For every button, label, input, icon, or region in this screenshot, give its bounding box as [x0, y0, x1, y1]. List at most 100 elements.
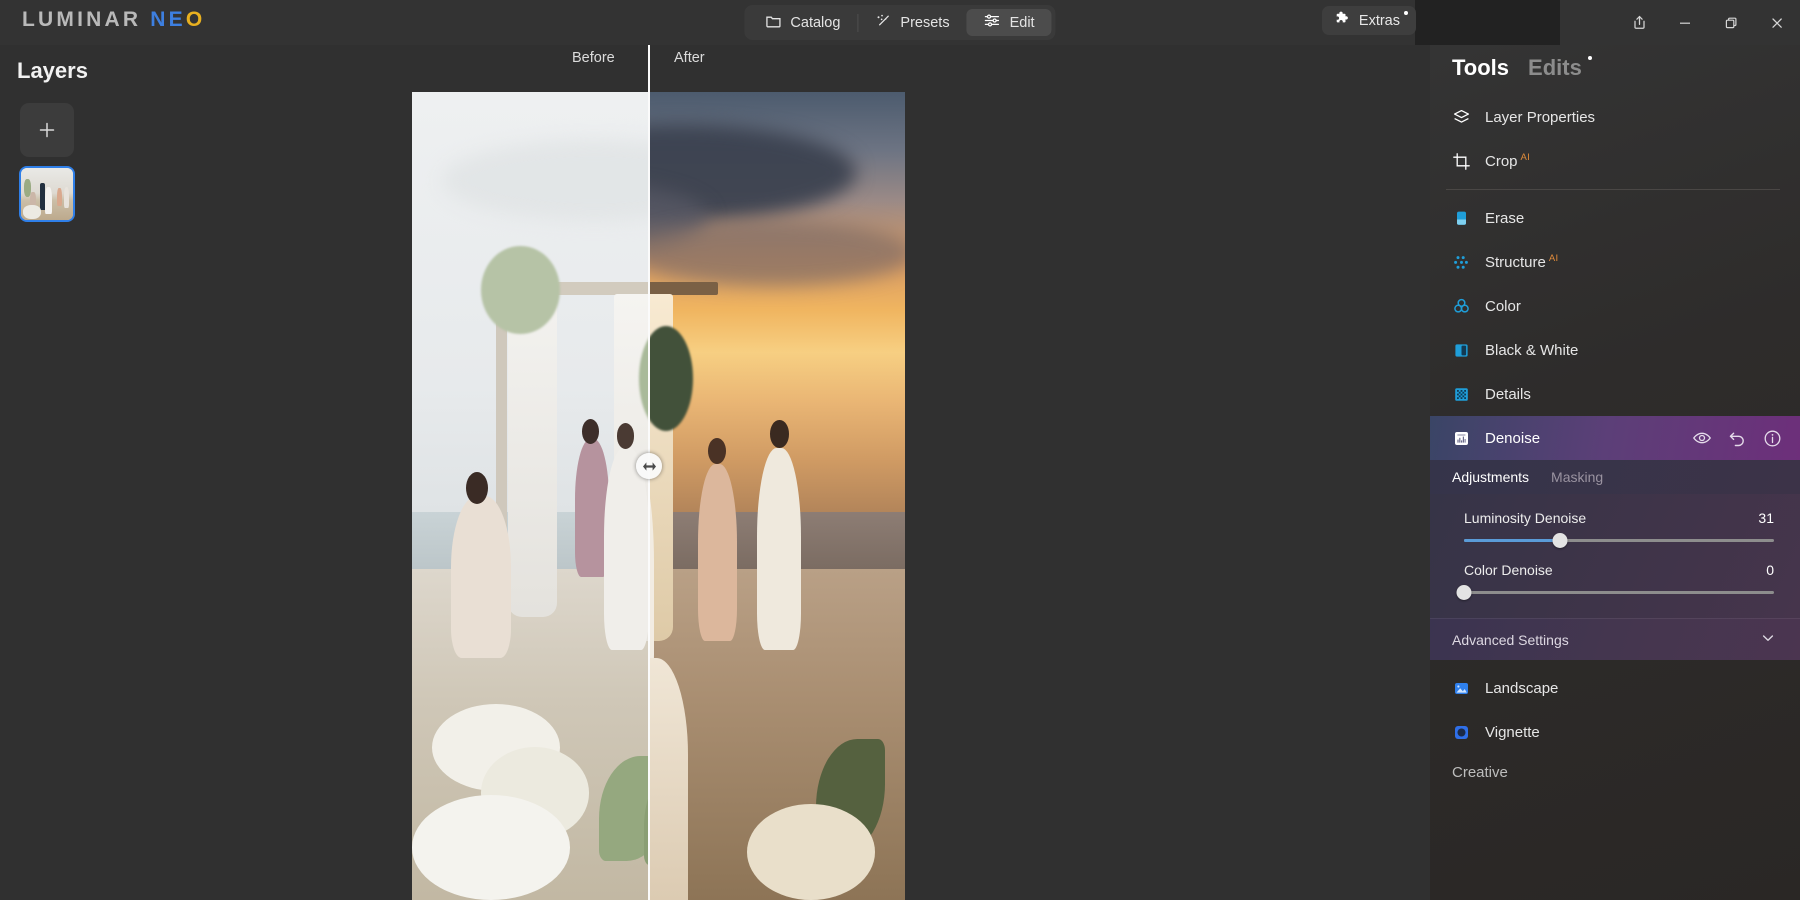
eraser-icon — [1452, 209, 1471, 228]
close-button[interactable] — [1754, 0, 1800, 45]
tool-item-crop[interactable]: Crop AI — [1430, 139, 1800, 183]
add-layer-button[interactable] — [20, 103, 74, 157]
nav-tab-presets[interactable]: Presets — [858, 9, 966, 36]
tool-item-color[interactable]: Color — [1430, 284, 1800, 328]
slider-luminosity-denoise-value: 31 — [1758, 510, 1774, 526]
ai-badge: AI — [1520, 152, 1531, 163]
tool-item-erase-label: Erase — [1485, 209, 1525, 227]
drag-arrows-icon — [642, 461, 656, 471]
layers-panel-title: Layers — [17, 58, 88, 83]
logo-ne-text: NE — [150, 8, 186, 31]
tool-item-details[interactable]: Details — [1430, 372, 1800, 416]
subtab-masking[interactable]: Masking — [1551, 469, 1603, 485]
layers-panel: Layers — [0, 45, 412, 900]
slider-luminosity-denoise-knob[interactable] — [1552, 533, 1568, 548]
chevron-down-icon — [1760, 630, 1776, 649]
tool-item-structure[interactable]: Structure AI — [1430, 240, 1800, 284]
share-button[interactable] — [1616, 0, 1662, 45]
tool-item-layer-properties[interactable]: Layer Properties — [1430, 95, 1800, 139]
luminar-neo-window: LUMINAR NEO Catalog Presets Edit Extras … — [0, 0, 1800, 900]
section-label-creative: Creative — [1452, 764, 1508, 781]
title-bar: LUMINAR NEO Catalog Presets Edit Extras — [0, 0, 1800, 45]
reset-icon[interactable] — [1728, 429, 1747, 448]
crop-icon — [1452, 152, 1471, 171]
nav-tab-catalog-label: Catalog — [790, 14, 841, 31]
layers-icon — [1452, 108, 1471, 127]
slider-color-denoise-knob[interactable] — [1456, 585, 1472, 600]
layer-thumbnail-image — [21, 168, 73, 220]
nav-tab-edit-label: Edit — [1009, 14, 1035, 31]
tool-item-structure-label: Structure — [1485, 254, 1546, 271]
tool-item-black-and-white[interactable]: Black & White — [1430, 328, 1800, 372]
tool-item-crop-label: Crop — [1485, 153, 1518, 170]
titlebar-dark-gap — [1415, 0, 1560, 45]
vignette-icon — [1452, 723, 1471, 742]
before-image — [412, 92, 648, 900]
tab-edits[interactable]: Edits — [1528, 55, 1592, 81]
slider-color-denoise: Color Denoise 0 — [1456, 562, 1774, 600]
slider-luminosity-denoise-track[interactable] — [1464, 533, 1774, 548]
tools-panel: Tools Edits Layer Properties Crop AI Era… — [1430, 45, 1800, 900]
tool-item-vignette-label: Vignette — [1485, 723, 1540, 741]
tool-item-erase[interactable]: Erase — [1430, 196, 1800, 240]
denoise-icon — [1452, 429, 1471, 448]
slider-color-denoise-label: Color Denoise — [1464, 562, 1553, 578]
advanced-settings-toggle[interactable]: Advanced Settings — [1430, 618, 1800, 660]
details-grid-icon — [1452, 385, 1471, 404]
tool-item-denoise[interactable]: Denoise — [1430, 416, 1800, 460]
ai-badge: AI — [1548, 253, 1559, 264]
subtab-adjustments[interactable]: Adjustments — [1452, 469, 1529, 485]
after-image — [648, 92, 905, 900]
extras-button[interactable]: Extras — [1321, 6, 1416, 35]
minimize-button[interactable] — [1662, 0, 1708, 45]
maximize-button[interactable] — [1708, 0, 1754, 45]
tool-item-details-label: Details — [1485, 385, 1531, 403]
tool-item-vignette[interactable]: Vignette — [1430, 710, 1800, 754]
tab-edits-label: Edits — [1528, 55, 1582, 80]
extras-badge-dot — [1404, 11, 1408, 15]
denoise-adjustments-body: Luminosity Denoise 31 Color Denoise 0 — [1430, 494, 1800, 618]
tool-item-color-label: Color — [1485, 297, 1521, 315]
tab-tools[interactable]: Tools — [1452, 55, 1509, 81]
slider-luminosity-denoise: Luminosity Denoise 31 — [1464, 510, 1774, 548]
edits-badge-dot — [1587, 56, 1592, 60]
nav-tab-presets-label: Presets — [900, 14, 950, 31]
app-logo: LUMINAR NEO — [22, 8, 205, 32]
black-white-icon — [1452, 341, 1471, 360]
before-label: Before — [572, 50, 615, 66]
color-wheel-icon — [1452, 297, 1471, 316]
tool-list: Layer Properties Crop AI Erase Structure… — [1430, 95, 1800, 783]
tool-item-landscape[interactable]: Landscape — [1430, 666, 1800, 710]
image-canvas: Before After — [412, 45, 1430, 900]
after-label: After — [674, 50, 705, 66]
extras-label: Extras — [1358, 12, 1400, 29]
tool-item-landscape-label: Landscape — [1485, 679, 1559, 697]
nav-tab-catalog[interactable]: Catalog — [748, 9, 857, 36]
logo-o-text: O — [185, 8, 206, 31]
nav-tab-edit[interactable]: Edit — [966, 9, 1052, 36]
sliders-icon — [984, 12, 1001, 33]
folder-icon — [765, 13, 781, 33]
tools-panel-tabs: Tools Edits — [1452, 55, 1592, 81]
logo-luminar-text: LUMINAR — [22, 8, 142, 31]
tool-item-denoise-label: Denoise — [1485, 429, 1541, 447]
slider-color-denoise-track[interactable] — [1456, 585, 1774, 600]
visibility-toggle-icon[interactable] — [1692, 428, 1712, 448]
magic-wand-icon — [875, 13, 891, 33]
tool-item-black-and-white-label: Black & White — [1485, 341, 1579, 359]
tool-list-divider — [1446, 189, 1780, 190]
info-icon[interactable] — [1763, 429, 1782, 448]
advanced-settings-label: Advanced Settings — [1452, 631, 1569, 648]
layer-thumbnail-item[interactable] — [19, 166, 75, 222]
plus-icon — [39, 122, 55, 138]
slider-color-denoise-value: 0 — [1766, 562, 1774, 578]
landscape-image-icon — [1452, 679, 1471, 698]
window-controls — [1616, 0, 1800, 45]
slider-luminosity-denoise-label: Luminosity Denoise — [1464, 510, 1587, 526]
main-nav: Catalog Presets Edit — [744, 5, 1056, 40]
tab-tools-label: Tools — [1452, 55, 1510, 80]
denoise-row-actions — [1692, 428, 1782, 448]
denoise-subtabs: Adjustments Masking — [1430, 460, 1800, 494]
tool-item-layer-properties-label: Layer Properties — [1485, 108, 1596, 126]
before-after-slider-handle[interactable] — [636, 453, 662, 479]
